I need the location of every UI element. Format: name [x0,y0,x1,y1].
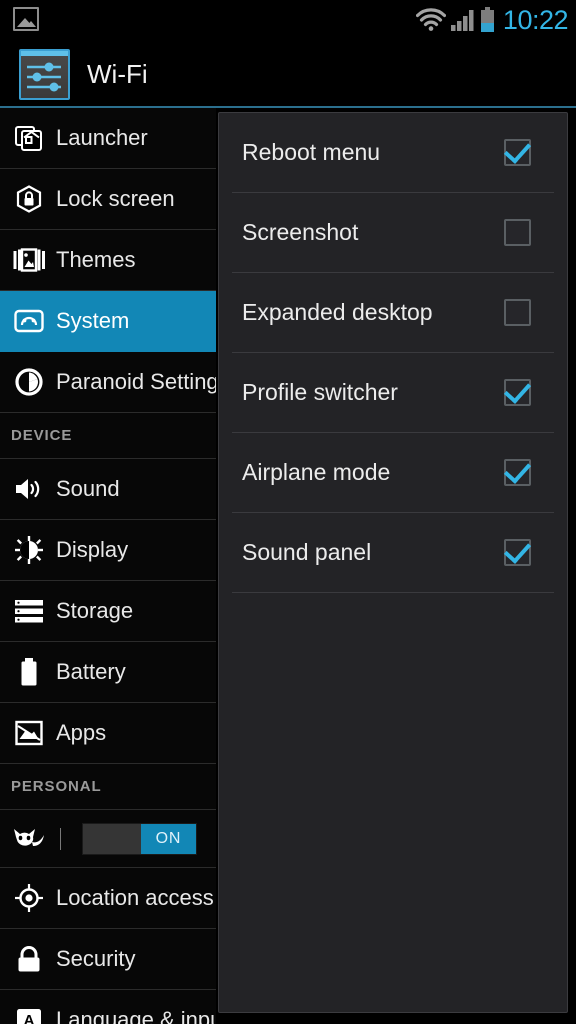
sidebar-item-label: Paranoid Settings [56,369,216,394]
sidebar-item-location-access[interactable]: Location access [0,868,216,929]
switch-thumb-on: ON [140,823,196,854]
themes-icon [12,247,46,273]
dialog-row-reboot-menu[interactable]: Reboot menu [232,113,554,193]
section-label: PERSONAL [11,778,102,795]
sidebar-item-language-and-input[interactable]: A Language & input [0,990,216,1024]
dialog-row-expanded-desktop[interactable]: Expanded desktop [232,273,554,353]
dialog-row-profile-switcher[interactable]: Profile switcher [232,353,554,433]
sidebar-item-label: Lock screen [56,186,175,211]
status-bar: 10:22 [0,0,576,40]
battery-icon [12,658,46,686]
dialog-item-label: Screenshot [242,219,359,245]
sidebar-item-storage[interactable]: Storage [0,581,216,642]
sidebar-section-header-personal: PERSONAL [0,764,216,810]
apps-icon [12,720,46,746]
checkbox-sound-panel[interactable] [504,539,531,566]
sidebar-item-label: Location access [56,885,214,910]
sidebar-item-label: Storage [56,598,134,623]
sidebar-item-label: Battery [56,659,126,684]
sidebar-item-label: Launcher [56,125,148,150]
checkbox-profile-switcher[interactable] [504,379,531,406]
checkbox-airplane-mode[interactable] [504,459,531,486]
switch-track-off [83,823,141,854]
sidebar-item-security[interactable]: Security [0,929,216,990]
paranoid-icon [12,368,46,396]
security-icon [12,945,46,973]
sidebar-item-lock-screen[interactable]: Lock screen [0,169,216,230]
sidebar-item-battery[interactable]: Battery [0,642,216,703]
action-bar: Wi-Fi [0,40,576,108]
dialog-item-label: Sound panel [242,539,372,565]
dialog-item-label: Expanded desktop [242,299,433,325]
sidebar-item-launcher[interactable]: Launcher [0,108,216,169]
sidebar-item-apps[interactable]: Apps [0,703,216,764]
dialog-item-label: Reboot menu [242,139,381,165]
toggle-divider [60,827,61,850]
sidebar-item-sound[interactable]: Sound [0,459,216,520]
dialog-row-sound-panel[interactable]: Sound panel [232,513,554,593]
svg-text:A: A [24,1012,35,1024]
cellular-signal-icon [450,10,474,31]
section-label: DEVICE [11,427,73,444]
sidebar-item-system[interactable]: System [0,291,216,352]
power-menu-options-dialog: Reboot menu Screenshot Expanded desktop … [218,112,568,1013]
dialog-row-airplane-mode[interactable]: Airplane mode [232,433,554,513]
location-icon [12,884,46,912]
dialog-item-label: Profile switcher [242,379,398,405]
sidebar-item-themes[interactable]: Themes [0,230,216,291]
android-settings-screen: 10:22 Wi-Fi Launcher Lock screen Themes … [0,0,576,1024]
sound-icon [12,476,46,502]
sidebar-item-display[interactable]: Display [0,520,216,581]
language-icon: A [12,1006,46,1024]
sidebar-section-header-device: DEVICE [0,413,216,459]
settings-sliders-icon[interactable] [19,48,70,100]
sidebar-item-label: System [56,308,130,333]
battery-icon [480,7,494,32]
system-icon [12,309,46,333]
page-title: Wi-Fi [87,58,148,89]
cyanogenmod-cat-icon [12,826,46,852]
sidebar-item-label: Language & input [56,1007,216,1024]
checkbox-expanded-desktop[interactable] [504,299,531,326]
sidebar-item-label: Security [56,946,136,971]
image-icon [13,7,39,31]
sidebar-item-label: Sound [56,476,120,501]
sidebar-item-paranoid-settings[interactable]: Paranoid Settings [0,352,216,413]
status-bar-icons: 10:22 [415,0,569,40]
launcher-icon [12,124,46,152]
display-icon [12,536,46,564]
lock-screen-icon [12,185,46,213]
checkbox-reboot-menu[interactable] [504,139,531,166]
sidebar-item-toggle[interactable]: ON [0,810,216,868]
dialog-item-label: Airplane mode [242,459,391,485]
sidebar-toggle-switch[interactable]: ON [82,822,197,855]
dialog-row-screenshot[interactable]: Screenshot [232,193,554,273]
sidebar-item-label: Display [56,537,129,562]
sidebar-item-label: Apps [56,720,107,745]
settings-sidebar[interactable]: Launcher Lock screen Themes System Paran… [0,108,216,1024]
status-bar-clock: 10:22 [502,4,569,35]
sidebar-item-label: Themes [56,247,136,272]
wifi-icon [415,8,446,31]
checkbox-screenshot[interactable] [504,219,531,246]
storage-icon [12,599,46,623]
